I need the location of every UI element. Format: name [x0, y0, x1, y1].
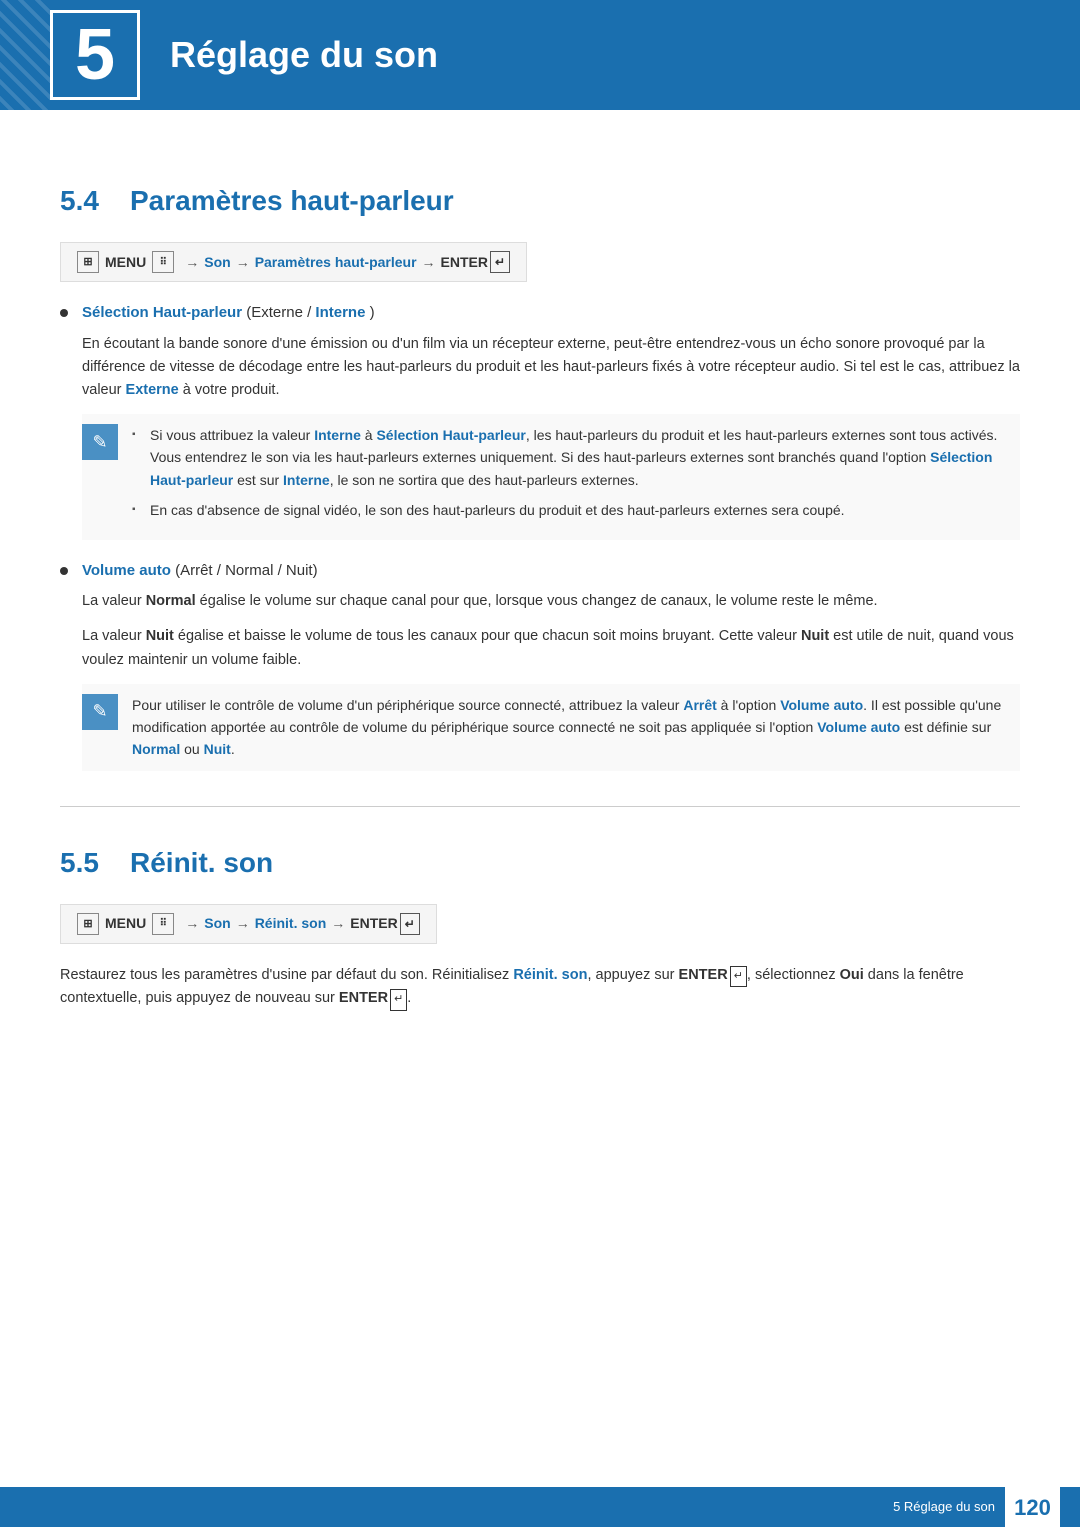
- arrow2-5-5: →: [236, 913, 250, 934]
- section-5-4-heading: 5.4 Paramètres haut-parleur: [60, 180, 1020, 222]
- note-content-volume-auto: Pour utiliser le contrôle de volume d'un…: [132, 694, 1020, 761]
- bullet-volume-auto-title: Volume auto (Arrêt / Normal / Nuit): [82, 560, 318, 583]
- arrow1-5-5: →: [185, 913, 199, 934]
- bullet-volume-auto: Volume auto (Arrêt / Normal / Nuit) La v…: [60, 560, 1020, 771]
- enter-icon-5-4: ↵: [490, 251, 510, 273]
- destination-5-5: Réinit. son: [255, 913, 327, 934]
- menu-icon-5-5: ⊞: [77, 913, 99, 935]
- note-box-volume-auto: Pour utiliser le contrôle de volume d'un…: [82, 684, 1020, 771]
- speaker-selection-label: Sélection Haut-parleur: [82, 304, 242, 321]
- chapter-title: Réglage du son: [170, 28, 438, 82]
- menu-path-5-4: ⊞ MENU ⠿ → Son → Paramètres haut-parleur…: [60, 242, 527, 282]
- footer-text: 5 Réglage du son: [893, 1497, 995, 1517]
- section-5-4-title: Paramètres haut-parleur: [130, 180, 454, 222]
- speaker-selection-interne: Interne: [315, 304, 365, 321]
- page-header: 5 Réglage du son: [0, 0, 1080, 110]
- section-5-5-body: Restaurez tous les paramètres d'usine pa…: [60, 964, 1020, 1011]
- note-content-speaker-selection: Si vous attribuez la valeur Interne à Sé…: [132, 424, 1020, 530]
- bullet-speaker-selection-heading: Sélection Haut-parleur (Externe / Intern…: [60, 302, 1020, 325]
- note-icon-2: [82, 694, 118, 730]
- son-label-5-5: Son: [204, 913, 230, 934]
- section-5-4-number: 5.4: [60, 180, 130, 222]
- section-5-5-heading: 5.5 Réinit. son: [60, 842, 1020, 884]
- menu-path-5-5: ⊞ MENU ⠿ → Son → Réinit. son → ENTER ↵: [60, 904, 437, 944]
- grid-icon-5-4: ⠿: [152, 251, 174, 273]
- arrow1-5-4: →: [185, 252, 199, 273]
- grid-icon-5-5: ⠿: [152, 913, 174, 935]
- arrow3-5-4: →: [422, 252, 436, 273]
- menu-label-5-5: MENU: [105, 913, 146, 934]
- main-content: 5.4 Paramètres haut-parleur ⊞ MENU ⠿ → S…: [0, 110, 1080, 1083]
- arrow2-5-4: →: [236, 252, 250, 273]
- note-item-1: Si vous attribuez la valeur Interne à Sé…: [132, 424, 1020, 491]
- page-number: 120: [1005, 1487, 1060, 1527]
- arrow3-5-5: →: [331, 913, 345, 934]
- note-box-speaker-selection: Si vous attribuez la valeur Interne à Sé…: [82, 414, 1020, 540]
- enter-icon-5-5: ↵: [400, 913, 420, 935]
- bullet-speaker-selection-body: En écoutant la bande sonore d'une émissi…: [82, 333, 1020, 403]
- bullet-dot-1: [60, 309, 68, 317]
- volume-auto-options: (Arrêt / Normal / Nuit): [175, 562, 318, 579]
- section-5-5-title: Réinit. son: [130, 842, 273, 884]
- destination-5-4: Paramètres haut-parleur: [255, 252, 417, 273]
- speaker-selection-options: (Externe /: [246, 304, 315, 321]
- volume-auto-label: Volume auto: [82, 562, 171, 579]
- son-label-5-4: Son: [204, 252, 230, 273]
- note-icon-1: [82, 424, 118, 460]
- stripe-decoration: [0, 0, 50, 110]
- bullet-volume-auto-body2: La valeur Nuit égalise et baisse le volu…: [82, 625, 1020, 671]
- chapter-number: 5: [50, 10, 140, 100]
- menu-icon-5-4: ⊞: [77, 251, 99, 273]
- bullet-dot-2: [60, 567, 68, 575]
- bullet-volume-auto-heading: Volume auto (Arrêt / Normal / Nuit): [60, 560, 1020, 583]
- bullet-speaker-selection: Sélection Haut-parleur (Externe / Intern…: [60, 302, 1020, 540]
- section-5-5-number: 5.5: [60, 842, 130, 884]
- speaker-selection-close: ): [370, 304, 375, 321]
- bullet-volume-auto-body1: La valeur Normal égalise le volume sur c…: [82, 590, 1020, 613]
- note-item-2: En cas d'absence de signal vidéo, le son…: [132, 499, 1020, 521]
- section-divider: [60, 806, 1020, 807]
- enter-5-4: ENTER: [441, 252, 488, 273]
- page-footer: 5 Réglage du son 120: [0, 1487, 1080, 1527]
- menu-label-5-4: MENU: [105, 252, 146, 273]
- enter-5-5: ENTER: [350, 913, 397, 934]
- bullet-speaker-selection-title: Sélection Haut-parleur (Externe / Intern…: [82, 302, 375, 325]
